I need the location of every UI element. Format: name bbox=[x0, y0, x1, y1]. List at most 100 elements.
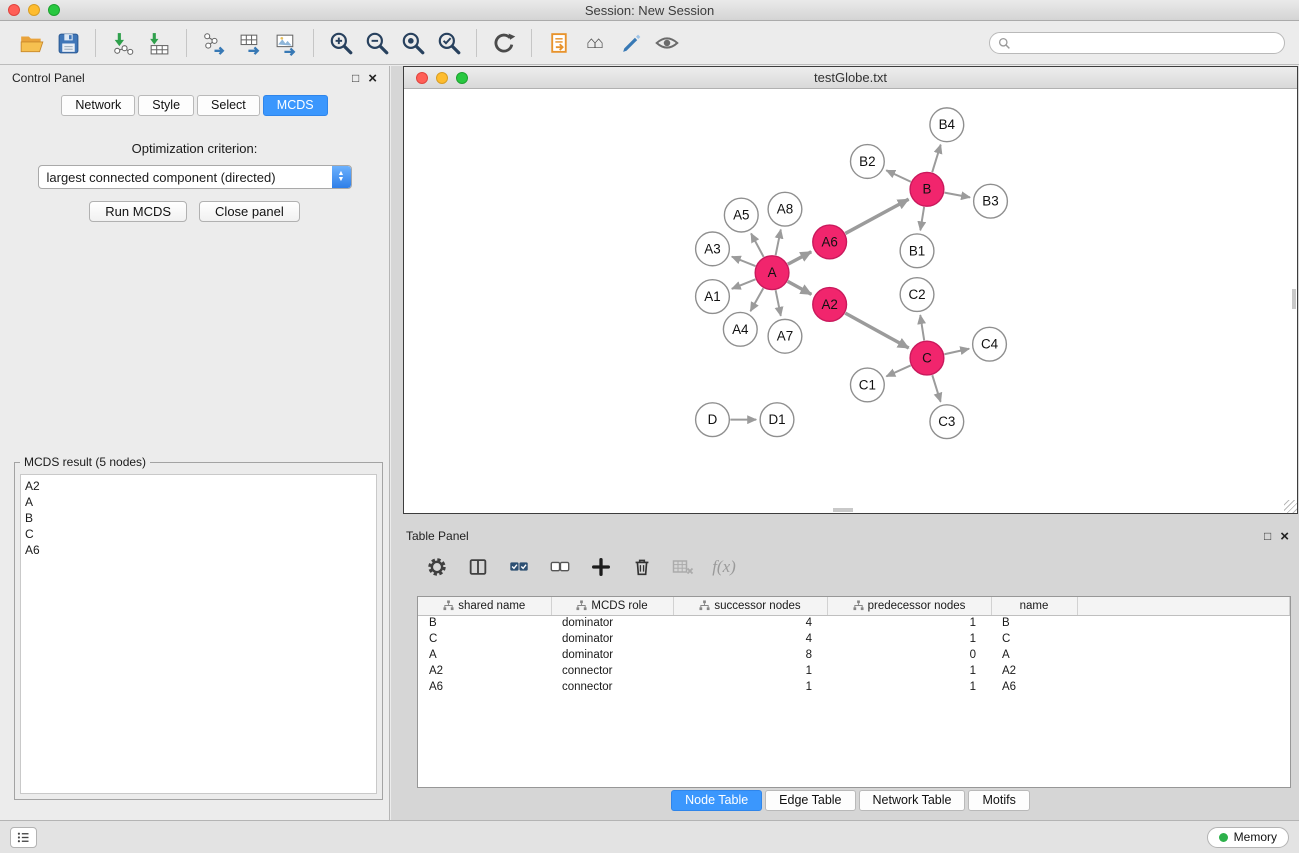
graph-edge[interactable] bbox=[788, 252, 811, 265]
column-predecessor-nodes[interactable]: predecessor nodes bbox=[827, 597, 991, 615]
graph-node-C[interactable]: C bbox=[910, 341, 944, 375]
close-table-panel-icon[interactable]: × bbox=[1280, 529, 1289, 544]
close-panel-icon[interactable]: × bbox=[368, 71, 377, 86]
mcds-result-list[interactable]: A2ABCA6 bbox=[20, 474, 377, 794]
result-item[interactable]: A6 bbox=[25, 542, 372, 558]
export-table-icon[interactable] bbox=[232, 25, 268, 61]
graph-node-A5[interactable]: A5 bbox=[724, 198, 758, 232]
graph-edge[interactable] bbox=[920, 315, 924, 340]
task-history-button[interactable] bbox=[10, 827, 37, 848]
first-neighbors-icon[interactable] bbox=[541, 25, 577, 61]
minimize-window-button[interactable] bbox=[28, 4, 40, 16]
result-item[interactable]: A bbox=[25, 494, 372, 510]
deselect-all-icon[interactable] bbox=[548, 555, 572, 579]
graph-node-A3[interactable]: A3 bbox=[696, 232, 730, 266]
graph-edge[interactable] bbox=[944, 349, 969, 355]
add-row-icon[interactable] bbox=[589, 555, 613, 579]
criterion-select[interactable]: largest connected component (directed) ▲… bbox=[38, 165, 352, 189]
resize-grip[interactable] bbox=[1284, 500, 1297, 513]
graph-node-B2[interactable]: B2 bbox=[851, 145, 885, 179]
graph-edge[interactable] bbox=[886, 365, 910, 376]
graph-edge[interactable] bbox=[788, 281, 812, 294]
minimize-network-button[interactable] bbox=[436, 72, 448, 84]
zoom-in-icon[interactable] bbox=[323, 25, 359, 61]
tab-motifs[interactable]: Motifs bbox=[968, 790, 1029, 811]
save-session-icon[interactable] bbox=[50, 25, 86, 61]
show-graphics-eye-icon[interactable] bbox=[649, 25, 685, 61]
graph-edge[interactable] bbox=[776, 230, 781, 256]
function-builder-icon[interactable]: f(x) bbox=[712, 555, 736, 579]
close-panel-button[interactable]: Close panel bbox=[199, 201, 300, 222]
tab-network[interactable]: Network bbox=[61, 95, 135, 116]
graph-node-D[interactable]: D bbox=[696, 403, 730, 437]
table-row[interactable]: A2connector11A2 bbox=[418, 663, 1290, 679]
tab-select[interactable]: Select bbox=[197, 95, 260, 116]
graph-edge[interactable] bbox=[732, 279, 756, 288]
network-canvas[interactable]: A A1 A2 A3 A4 A5 A6 A7 A8 B B1 B2 B3 B4 C C1 C2 C3 C4 D D1 bbox=[404, 90, 1297, 513]
graph-edge[interactable] bbox=[750, 288, 763, 311]
table-row[interactable]: Bdominator41B bbox=[418, 615, 1290, 631]
run-mcds-button[interactable]: Run MCDS bbox=[89, 201, 187, 222]
zoom-fit-icon[interactable] bbox=[395, 25, 431, 61]
vertical-scrollbar[interactable] bbox=[1292, 289, 1296, 309]
tab-edge-table[interactable]: Edge Table bbox=[765, 790, 855, 811]
graph-edge[interactable] bbox=[751, 234, 764, 257]
graph-edge[interactable] bbox=[932, 375, 940, 402]
graph-node-B3[interactable]: B3 bbox=[974, 184, 1008, 218]
result-item[interactable]: A2 bbox=[25, 478, 372, 494]
graph-node-A[interactable]: A bbox=[755, 256, 789, 290]
graph-edge[interactable] bbox=[776, 290, 781, 316]
import-table-icon[interactable] bbox=[141, 25, 177, 61]
graph-node-B[interactable]: B bbox=[910, 172, 944, 206]
delete-row-icon[interactable] bbox=[630, 555, 654, 579]
tab-node-table[interactable]: Node Table bbox=[671, 790, 762, 811]
graph-node-A8[interactable]: A8 bbox=[768, 192, 802, 226]
zoom-out-icon[interactable] bbox=[359, 25, 395, 61]
tab-style[interactable]: Style bbox=[138, 95, 194, 116]
graph-node-B1[interactable]: B1 bbox=[900, 234, 934, 268]
columns-icon[interactable] bbox=[466, 555, 490, 579]
table-row[interactable]: Cdominator41C bbox=[418, 631, 1290, 647]
graph-node-A1[interactable]: A1 bbox=[696, 280, 730, 314]
close-window-button[interactable] bbox=[8, 4, 20, 16]
select-all-icon[interactable] bbox=[507, 555, 531, 579]
graph-edge[interactable] bbox=[732, 257, 756, 266]
graph-edge[interactable] bbox=[945, 193, 970, 198]
zoom-network-button[interactable] bbox=[456, 72, 468, 84]
graph-node-D1[interactable]: D1 bbox=[760, 403, 794, 437]
table-row[interactable]: A6connector11A6 bbox=[418, 679, 1290, 695]
refresh-layout-icon[interactable] bbox=[486, 25, 522, 61]
search-input[interactable] bbox=[1016, 36, 1276, 50]
memory-button[interactable]: Memory bbox=[1207, 827, 1289, 848]
close-network-button[interactable] bbox=[416, 72, 428, 84]
graph-edge[interactable] bbox=[845, 199, 908, 233]
tab-mcds[interactable]: MCDS bbox=[263, 95, 328, 116]
graph-node-B4[interactable]: B4 bbox=[930, 108, 964, 142]
graph-node-C1[interactable]: C1 bbox=[851, 368, 885, 402]
graph-node-C4[interactable]: C4 bbox=[973, 327, 1007, 361]
tab-network-table[interactable]: Network Table bbox=[859, 790, 966, 811]
graph-edge[interactable] bbox=[845, 313, 908, 348]
graph-edge[interactable] bbox=[932, 145, 940, 173]
network-graph[interactable]: A A1 A2 A3 A4 A5 A6 A7 A8 B B1 B2 B3 B4 C C1 C2 C3 C4 D D1 bbox=[404, 90, 1297, 513]
graph-node-A7[interactable]: A7 bbox=[768, 319, 802, 353]
column-shared-name[interactable]: shared name bbox=[418, 597, 551, 615]
gear-icon[interactable] bbox=[425, 555, 449, 579]
horizontal-scrollbar[interactable] bbox=[833, 508, 853, 512]
style-brush-icon[interactable] bbox=[613, 25, 649, 61]
graph-node-C3[interactable]: C3 bbox=[930, 405, 964, 439]
column-name[interactable]: name bbox=[991, 597, 1077, 615]
column-successor-nodes[interactable]: successor nodes bbox=[673, 597, 827, 615]
export-image-icon[interactable] bbox=[268, 25, 304, 61]
result-item[interactable]: C bbox=[25, 526, 372, 542]
import-network-icon[interactable] bbox=[105, 25, 141, 61]
graph-node-A2[interactable]: A2 bbox=[813, 288, 847, 322]
graph-node-A4[interactable]: A4 bbox=[723, 312, 757, 346]
graph-edge[interactable] bbox=[920, 207, 924, 230]
float-panel-icon[interactable]: □ bbox=[352, 71, 359, 85]
graph-node-A6[interactable]: A6 bbox=[813, 225, 847, 259]
graph-node-C2[interactable]: C2 bbox=[900, 278, 934, 312]
zoom-window-button[interactable] bbox=[48, 4, 60, 16]
delete-table-icon[interactable] bbox=[671, 555, 695, 579]
search-box[interactable] bbox=[989, 32, 1285, 54]
